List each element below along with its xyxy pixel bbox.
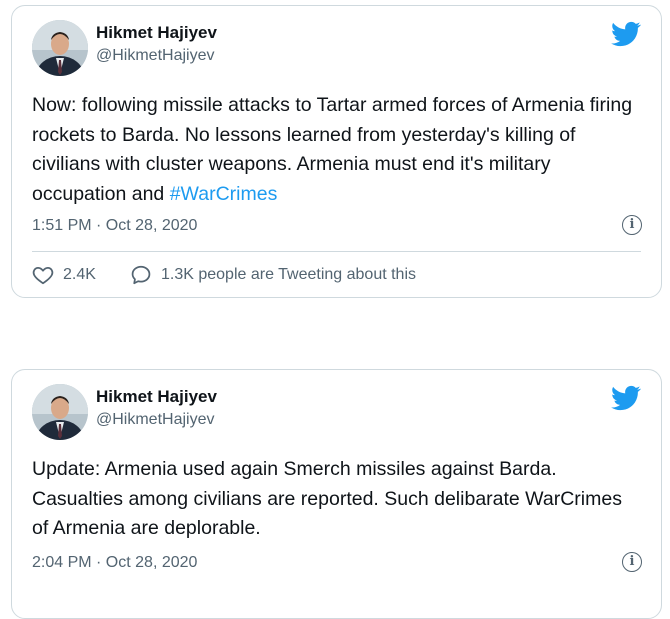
- conversation-text: 1.3K people are Tweeting about this: [161, 266, 416, 283]
- like-count: 2.4K: [63, 266, 96, 283]
- like-button[interactable]: 2.4K: [32, 264, 96, 286]
- info-icon[interactable]: i: [622, 552, 642, 572]
- tweet-text: Update: Armenia used again Smerch missil…: [32, 458, 622, 540]
- author-handle[interactable]: @HikmetHajiyev: [96, 411, 214, 429]
- twitter-bird-icon[interactable]: [611, 383, 641, 413]
- avatar[interactable]: [32, 20, 88, 76]
- info-icon[interactable]: i: [622, 215, 642, 235]
- speech-bubble-icon: [130, 264, 152, 286]
- tweet-timestamp[interactable]: 2:04 PM · Oct 28, 2020: [32, 554, 197, 572]
- tweet-text-body: Now: following missile attacks to Tartar…: [32, 94, 633, 205]
- divider: [32, 251, 641, 252]
- author-name[interactable]: Hikmet Hajiyev: [96, 387, 217, 407]
- conversation-link[interactable]: 1.3K people are Tweeting about this: [130, 264, 416, 286]
- tweet-text: Now: following missile attacks to Tartar…: [32, 91, 641, 209]
- avatar[interactable]: [32, 384, 88, 440]
- hashtag-link[interactable]: #WarCrimes: [170, 183, 278, 205]
- author-name[interactable]: Hikmet Hajiyev: [96, 23, 217, 43]
- heart-icon: [32, 264, 54, 286]
- tweet-card[interactable]: Hikmet Hajiyev @HikmetHajiyev Now: follo…: [11, 5, 662, 298]
- author-handle[interactable]: @HikmetHajiyev: [96, 47, 214, 65]
- tweet-timestamp[interactable]: 1:51 PM · Oct 28, 2020: [32, 217, 197, 235]
- tweet-card[interactable]: Hikmet Hajiyev @HikmetHajiyev Update: Ar…: [11, 369, 662, 619]
- twitter-bird-icon[interactable]: [611, 19, 641, 49]
